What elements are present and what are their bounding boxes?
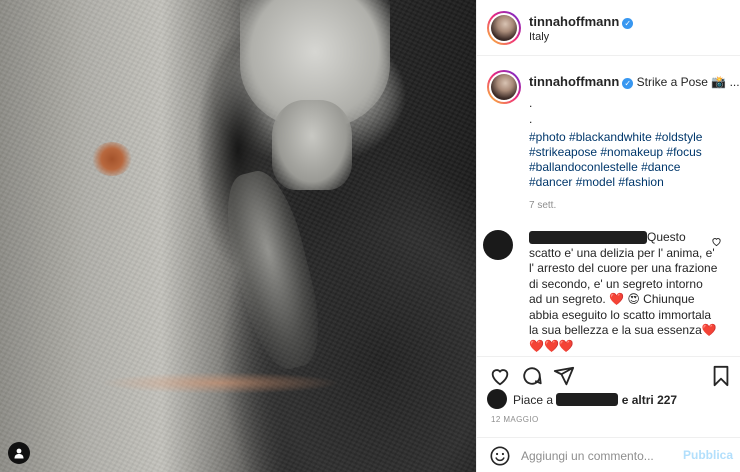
hashtag-line[interactable]: #strikeapose #nomakeup #focus <box>529 145 729 160</box>
hashtag-line[interactable]: #ballandoconlestelle #dance <box>529 160 729 175</box>
redacted-liker-name <box>556 393 619 406</box>
bookmark-icon[interactable] <box>711 365 731 392</box>
caption-line: tinnahoffmann ✓ Strike a Pose 📸 ... <box>529 74 740 89</box>
add-comment-row: Pubblica <box>477 437 740 472</box>
photo-hand <box>272 100 352 190</box>
comment-icon[interactable] <box>521 365 543 392</box>
caption-avatar[interactable] <box>487 70 521 104</box>
liker-avatar[interactable] <box>487 389 507 409</box>
caption-dot-2: . <box>529 112 533 126</box>
comment-input[interactable] <box>521 446 671 466</box>
verified-badge-icon: ✓ <box>622 78 634 89</box>
comment-text-first: Questo <box>647 230 686 244</box>
caption-username[interactable]: tinnahoffmann <box>529 74 619 89</box>
post-photo[interactable] <box>0 0 476 472</box>
post-actions: Piace a e altri 227 12 MAGGIO Pubblica <box>477 356 740 472</box>
post-date[interactable]: 12 MAGGIO <box>491 415 539 424</box>
hashtag-line[interactable]: #dancer #model #fashion <box>529 175 729 190</box>
post-header: tinnahoffmann ✓ Italy <box>477 0 740 56</box>
user-tag-icon[interactable] <box>8 442 30 464</box>
emoji-icon[interactable] <box>489 445 511 472</box>
post-side-panel: tinnahoffmann ✓ Italy tinnahoffmann ✓ Stri… <box>476 0 740 472</box>
caption-dot-1: . <box>529 96 533 110</box>
photo-stain <box>92 142 132 176</box>
comment-text: Questo scatto e' una delizia per l' anim… <box>529 230 719 354</box>
publish-button[interactable]: Pubblica <box>683 448 733 462</box>
caption-timestamp[interactable]: 7 sett. <box>529 200 556 211</box>
caption-hashtags[interactable]: #photo #blackandwhite #oldstyle #strikea… <box>529 130 729 190</box>
likes-prefix: Piace a <box>513 393 554 407</box>
heart-icon[interactable] <box>489 365 511 392</box>
photo-streak <box>100 372 340 394</box>
comment-like-icon[interactable] <box>711 236 722 250</box>
commenter-avatar[interactable] <box>483 230 513 260</box>
caption-text: Strike a Pose 📸 ... <box>636 75 740 89</box>
post-location[interactable]: Italy <box>529 31 549 43</box>
likes-suffix[interactable]: e altri 227 <box>622 393 677 407</box>
verified-badge-icon: ✓ <box>622 18 634 29</box>
author-username[interactable]: tinnahoffmann <box>529 14 619 29</box>
comment-text-rest: scatto e' una delizia per l' anima, e' l… <box>529 245 718 353</box>
likes-summary[interactable]: Piace a e altri 227 <box>513 393 677 407</box>
author-avatar[interactable] <box>487 11 521 45</box>
hashtag-line[interactable]: #photo #blackandwhite #oldstyle <box>529 130 729 145</box>
author-name-row: tinnahoffmann ✓ <box>529 13 634 31</box>
share-icon[interactable] <box>553 365 575 392</box>
